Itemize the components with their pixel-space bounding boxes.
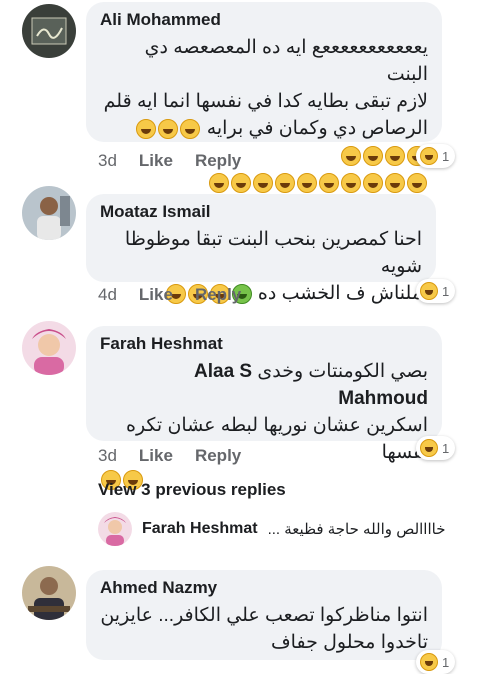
comment-actions: 3d Like Reply [98, 151, 241, 171]
laughing-emoji-icon [420, 439, 438, 457]
reply-author[interactable]: Farah Heshmat [142, 520, 258, 538]
reaction-badge[interactable]: 1 [416, 279, 456, 303]
laughing-emoji-icon [407, 172, 427, 193]
comment-bubble: Ahmed Nazmy انتوا مناظركوا تصعب علي الكا… [86, 570, 442, 660]
laughing-emoji-icon [385, 172, 405, 193]
laughing-emoji-icon [180, 118, 201, 139]
comment-author[interactable]: Farah Heshmat [100, 334, 428, 354]
comment-time[interactable]: 4d [98, 285, 117, 305]
comment-bubble: Ali Mohammed يعععععععععععع ايه ده المعصع… [86, 2, 442, 193]
reply-preview[interactable]: Farah Heshmat خاااالص والله حاجة فظيعة .… [98, 512, 445, 546]
avatar[interactable] [22, 4, 76, 58]
laughing-emoji-icon [385, 145, 405, 166]
comment-text: انتوا مناظركوا تصعب علي الكافر... عايزين… [100, 605, 428, 653]
reply-button[interactable]: Reply [195, 446, 241, 466]
comment-time[interactable]: 3d [98, 446, 117, 466]
laughing-emoji-icon [341, 145, 361, 166]
like-button[interactable]: Like [139, 446, 173, 466]
comment-bubble: Farah Heshmat بصي الكومنتات وخدى Alaa S … [86, 326, 442, 490]
reaction-count: 1 [442, 440, 450, 456]
reaction-badge[interactable]: 1 [416, 650, 456, 674]
avatar[interactable] [22, 566, 76, 620]
laughing-emoji-icon [420, 147, 438, 165]
reaction-count: 1 [442, 654, 450, 670]
laughing-emoji-icon [209, 172, 229, 193]
avatar[interactable] [22, 186, 76, 240]
laughing-emoji-icon [319, 172, 339, 193]
comment-text: بصي الكومنتات وخدى Alaa S Mahmoud اسكرين… [100, 358, 428, 493]
laughing-emoji-icon [231, 172, 251, 193]
laughing-emoji-icon [420, 653, 438, 671]
comment-author[interactable]: Moataz Ismail [100, 202, 422, 222]
laughing-emoji-icon [297, 172, 317, 193]
comment-time[interactable]: 3d [98, 151, 117, 171]
comment-bubble: Moataz Ismail احنا كمصرين بنحب البنت تبق… [86, 194, 436, 304]
reply-button[interactable]: Reply [195, 285, 241, 305]
laughing-emoji-icon [363, 145, 383, 166]
view-previous-replies-link[interactable]: View 3 previous replies [98, 480, 286, 500]
reply-button[interactable]: Reply [195, 151, 241, 171]
like-button[interactable]: Like [139, 285, 173, 305]
comment-actions: 3d Like Reply [98, 446, 241, 466]
laughing-emoji-icon [253, 172, 273, 193]
reaction-count: 1 [442, 283, 450, 299]
laughing-emoji-icon [158, 118, 179, 139]
crying-emoji-icon [420, 282, 438, 300]
laughing-emoji-icon [363, 172, 383, 193]
reply-text: خاااالص والله حاجة فظيعة ... [267, 521, 446, 538]
reaction-badge[interactable]: 1 [416, 144, 456, 168]
reaction-count: 1 [442, 148, 450, 164]
avatar[interactable] [22, 321, 76, 375]
comment-author[interactable]: Ahmed Nazmy [100, 578, 428, 598]
laughing-emoji-icon [136, 118, 157, 139]
comment-author[interactable]: Ali Mohammed [100, 10, 428, 30]
avatar[interactable] [98, 512, 132, 546]
laughing-emoji-icon [341, 172, 361, 193]
like-button[interactable]: Like [139, 151, 173, 171]
comment-actions: 4d Like Reply [98, 285, 241, 305]
laughing-emoji-icon [275, 172, 295, 193]
comment-text: يعععععععععععع ايه ده المعصعصه دي البنت ل… [100, 34, 428, 196]
reaction-badge[interactable]: 1 [416, 436, 456, 460]
